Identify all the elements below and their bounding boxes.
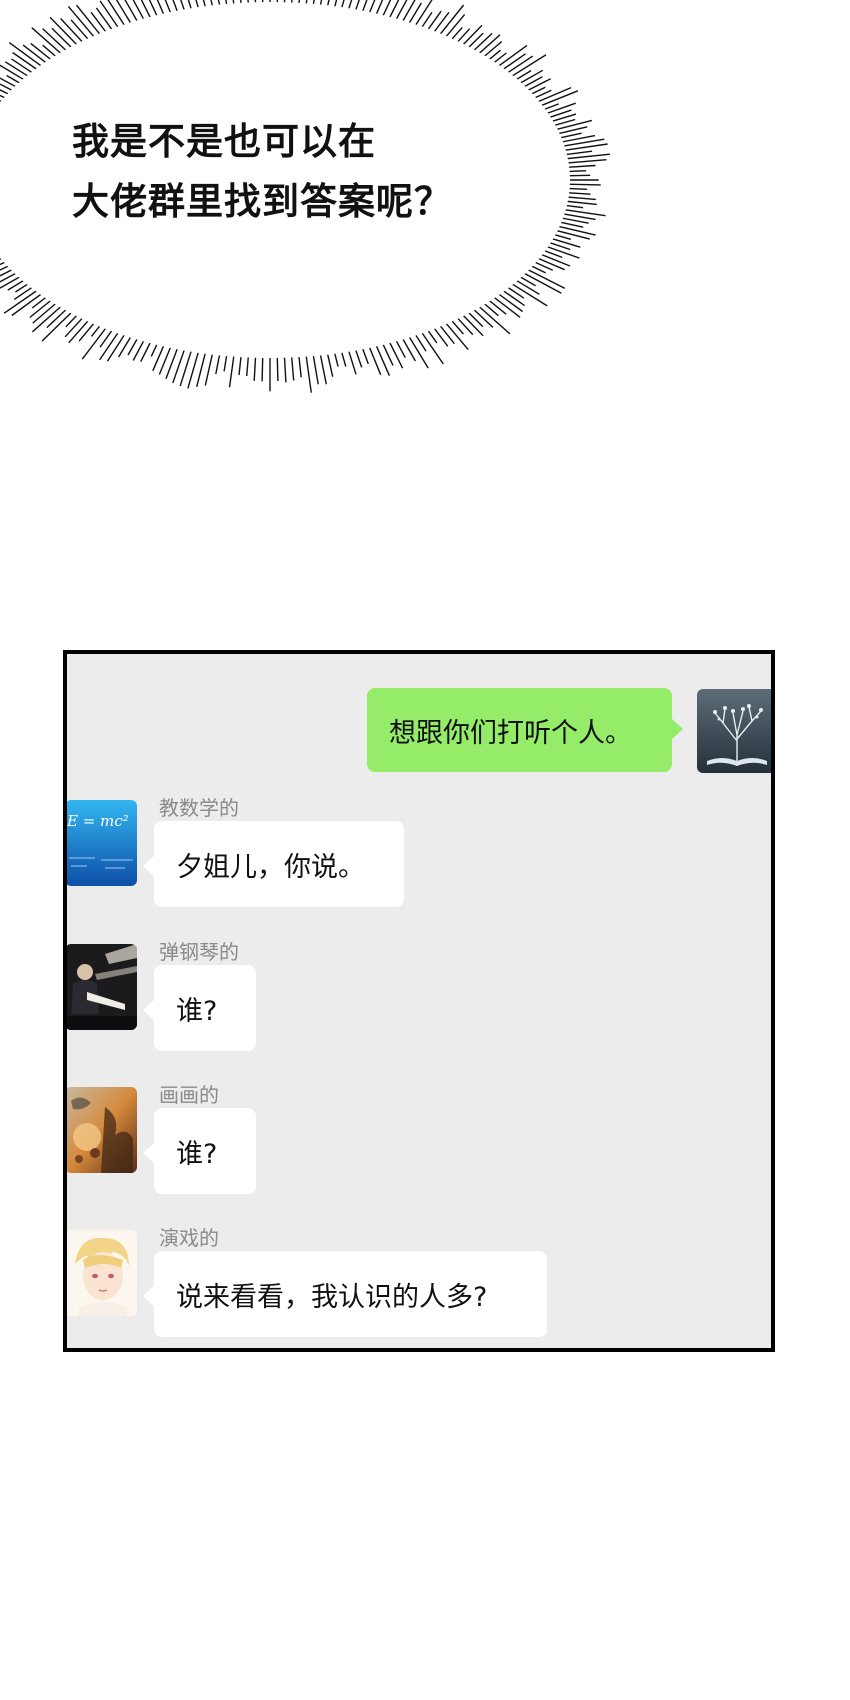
burst-spike — [70, 19, 91, 43]
burst-spike — [524, 267, 566, 290]
burst-spike — [538, 252, 571, 267]
burst-spike — [204, 350, 214, 386]
message-bubble[interactable]: 谁? — [143, 965, 256, 1051]
burst-spike — [290, 353, 295, 381]
speech-line-1: 我是不是也可以在 — [72, 120, 376, 163]
actor-avatar-icon[interactable] — [67, 1230, 137, 1316]
burst-spike — [11, 58, 36, 75]
burst-spike — [476, 303, 511, 335]
burst-spike — [41, 309, 75, 342]
sender-name: 画画的 — [159, 1083, 219, 1107]
message-bubble[interactable]: 说来看看，我认识的人多? — [143, 1251, 547, 1337]
math-formula-avatar-icon[interactable]: E = mc² — [66, 800, 137, 886]
self-message-bubble[interactable]: 想跟你们打听个人。 — [367, 688, 683, 772]
chat-panel: 想跟你们打听个人。 E = mc² 教数学的 夕姐儿，你说。 弹钢琴的 谁? 画… — [63, 650, 775, 1352]
burst-spike — [524, 78, 552, 93]
burst-spike — [535, 256, 565, 271]
burst-spike — [326, 350, 334, 377]
burst-spike — [517, 69, 544, 86]
tree-on-book-avatar-icon[interactable] — [697, 689, 771, 773]
burst-spike — [431, 11, 450, 35]
burst-spike — [521, 271, 562, 294]
burst-spike — [367, 343, 382, 376]
burst-spike — [196, 349, 207, 387]
burst-spike — [106, 331, 127, 362]
burst-spike — [90, 11, 109, 35]
burst-spike — [46, 306, 69, 329]
message-bubble[interactable]: 谁? — [143, 1108, 256, 1194]
burst-spike — [253, 353, 257, 381]
message-text: 谁? — [176, 1138, 218, 1170]
burst-spike — [460, 24, 483, 48]
burst-spike — [387, 339, 404, 369]
message-text: 夕姐儿，你说。 — [176, 851, 365, 883]
burst-spike — [31, 27, 64, 57]
burst-spike — [509, 54, 547, 79]
painting-avatar-icon[interactable] — [67, 1087, 137, 1173]
burst-spike — [319, 351, 327, 385]
message-text: 说来看看，我认识的人多? — [176, 1281, 488, 1313]
burst-spike — [276, 353, 279, 382]
burst-spike — [509, 281, 548, 307]
burst-spike — [347, 347, 357, 375]
avatar-formula-text: E = mc² — [66, 812, 129, 830]
sender-name: 弹钢琴的 — [159, 940, 239, 964]
burst-spike — [118, 333, 133, 358]
burst-spike — [0, 274, 23, 289]
self-message-text: 想跟你们打听个人。 — [389, 717, 632, 749]
message-bubble[interactable]: 夕姐儿，你说。 — [143, 821, 404, 907]
sender-name: 演戏的 — [159, 1226, 219, 1250]
burst-spike — [400, 335, 417, 362]
burst-spike — [471, 32, 493, 54]
burst-spike — [8, 42, 45, 69]
burst-spike — [283, 353, 287, 383]
burst-spike — [471, 306, 494, 328]
pianist-avatar-icon[interactable] — [67, 944, 137, 1030]
burst-spike — [64, 315, 86, 338]
burst-spike — [548, 237, 581, 248]
speech-line-2: 大佬群里找到答案呢？ — [72, 180, 452, 223]
message-text: 谁? — [176, 995, 218, 1027]
sender-name: 教数学的 — [159, 796, 239, 820]
burst-spike — [500, 288, 526, 307]
speech-bubble-text: 我是不是也可以在 大佬群里找到答案呢？ — [72, 112, 592, 232]
burst-spike — [406, 2, 423, 27]
burst-spike — [400, 0, 416, 25]
burst-spike — [374, 342, 391, 376]
burst-spike — [95, 7, 115, 33]
burst-spike — [124, 0, 140, 25]
burst-spike — [228, 352, 235, 388]
burst-spike — [261, 353, 264, 382]
burst-spike — [3, 288, 40, 314]
burst-spike — [99, 0, 121, 31]
burst-spike — [31, 303, 64, 333]
burst-spike — [312, 352, 319, 385]
burst-spike — [305, 352, 312, 393]
burst-spike — [49, 16, 80, 48]
